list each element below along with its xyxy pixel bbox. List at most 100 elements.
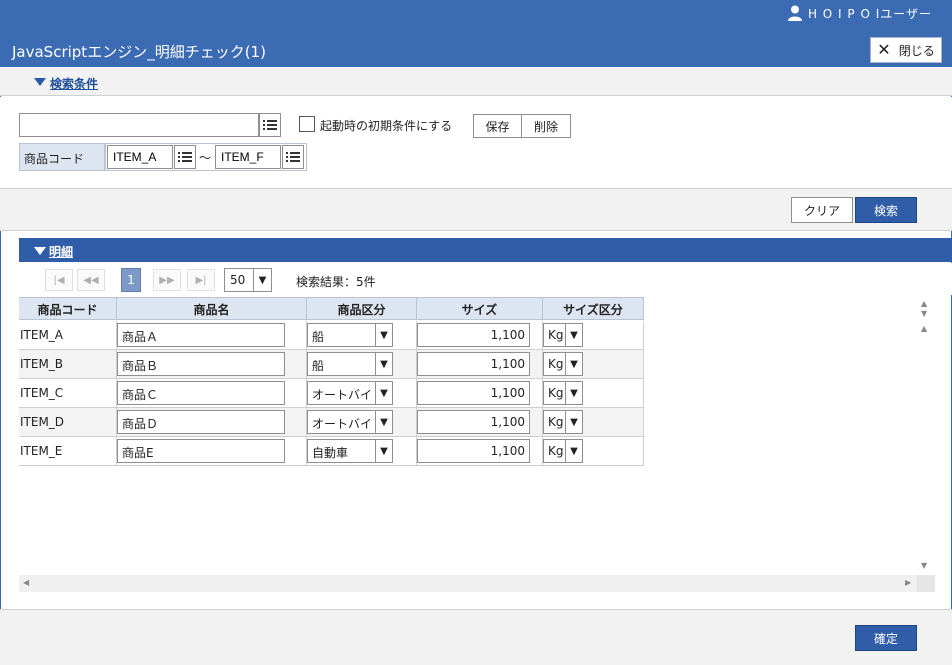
cell-code: ITEM_D: [19, 408, 117, 437]
cell-code: ITEM_E: [19, 437, 117, 466]
search-result-count: 検索結果：5件: [296, 275, 376, 289]
scroll-down-icon[interactable]: ▼: [921, 309, 927, 318]
cell-size-unit: Kg ▼: [543, 408, 644, 437]
cell-size-unit: Kg ▼: [543, 379, 644, 408]
size-unit-select[interactable]: Kg ▼: [543, 381, 583, 405]
cell-size: 1,100: [417, 437, 543, 466]
scroll-down-icon[interactable]: ▼: [921, 561, 927, 570]
category-value: 船: [312, 330, 325, 344]
cell-size: 1,100: [417, 379, 543, 408]
product-name-input[interactable]: 商品Ｂ: [117, 352, 285, 376]
detail-section-title[interactable]: 明細: [49, 243, 73, 260]
category-select[interactable]: 船 ▼: [307, 323, 393, 347]
product-code-text: ITEM_D: [20, 415, 65, 429]
detail-section-header[interactable]: 明細: [19, 238, 952, 262]
cell-size: 1,100: [417, 350, 543, 379]
condition-list-button[interactable]: [259, 113, 281, 137]
list-icon: [178, 152, 192, 162]
table-row: ITEM_B 商品Ｂ 船 ▼ 1,100 Kg ▼: [19, 350, 644, 379]
column-header-name[interactable]: 商品名: [117, 298, 307, 320]
column-header-category[interactable]: 商品区分: [307, 298, 417, 320]
category-select[interactable]: 自動車 ▼: [307, 439, 393, 463]
scroll-up-icon[interactable]: ▲: [921, 324, 927, 333]
product-code-from-input[interactable]: [107, 145, 173, 169]
page-size-select[interactable]: 50 ▼: [224, 268, 272, 292]
chevron-down-icon: ▼: [375, 411, 392, 433]
category-value: 船: [312, 359, 325, 373]
column-header-size-unit[interactable]: サイズ区分: [543, 298, 644, 320]
category-select[interactable]: オートバイ ▼: [307, 410, 393, 434]
size-unit-value: Kg: [548, 357, 564, 371]
page-size-value: 50: [230, 273, 246, 287]
first-page-icon[interactable]: |◀: [45, 269, 73, 291]
scroll-left-icon[interactable]: ◀: [23, 578, 29, 587]
window-title: JavaScriptエンジン_明細チェック(1): [12, 43, 266, 61]
next-page-icon[interactable]: ▶▶: [153, 269, 181, 291]
scroll-up-icon[interactable]: ▲: [921, 299, 927, 308]
size-unit-select[interactable]: Kg ▼: [543, 410, 583, 434]
cell-name: 商品Ａ: [117, 321, 307, 350]
range-separator: ～: [199, 151, 212, 165]
product-code-to-input[interactable]: [215, 145, 281, 169]
product-name-input[interactable]: 商品E: [117, 439, 285, 463]
grid-header: 商品コード 商品名 商品区分 サイズ サイズ区分: [19, 297, 644, 320]
prev-page-icon[interactable]: ◀◀: [77, 269, 105, 291]
vertical-scrollbar[interactable]: ▲ ▼ ▲ ▼: [917, 297, 935, 575]
product-name-input[interactable]: 商品Ｃ: [117, 381, 285, 405]
list-icon: [263, 120, 277, 130]
size-unit-select[interactable]: Kg ▼: [543, 323, 583, 347]
cell-size-unit: Kg ▼: [543, 350, 644, 379]
search-button[interactable]: 検索: [855, 197, 917, 223]
size-input[interactable]: 1,100: [417, 352, 530, 376]
chevron-down-icon: ▼: [565, 382, 582, 404]
search-condition-title[interactable]: 検索条件: [50, 75, 98, 92]
table-row: ITEM_D 商品Ｄ オートバイ ▼ 1,100 Kg ▼: [19, 408, 644, 437]
saved-condition-input[interactable]: [19, 113, 259, 137]
initial-condition-checkbox[interactable]: [299, 116, 315, 132]
current-page-button[interactable]: 1: [121, 268, 141, 292]
column-header-code[interactable]: 商品コード: [19, 298, 117, 320]
delete-button[interactable]: 削除: [521, 114, 571, 138]
product-name-input[interactable]: 商品Ａ: [117, 323, 285, 347]
cell-category: オートバイ ▼: [307, 408, 417, 437]
product-code-from-list-button[interactable]: [174, 145, 196, 169]
scroll-right-icon[interactable]: ▶: [905, 578, 911, 587]
size-input[interactable]: 1,100: [417, 410, 530, 434]
size-input[interactable]: 1,100: [417, 439, 530, 463]
close-button-label: 閉じる: [898, 43, 935, 58]
detail-grid: 商品コード 商品名 商品区分 サイズ サイズ区分 ITEM_A 商品Ａ 船 ▼ 1…: [19, 297, 935, 592]
product-code-text: ITEM_C: [20, 386, 64, 400]
product-code-text: ITEM_A: [20, 328, 64, 342]
chevron-down-icon: ▼: [565, 440, 582, 462]
search-condition-header[interactable]: 検索条件: [0, 67, 952, 96]
size-unit-value: Kg: [548, 328, 564, 342]
cell-size-unit: Kg ▼: [543, 437, 644, 466]
product-name-input[interactable]: 商品Ｄ: [117, 410, 285, 434]
size-input[interactable]: 1,100: [417, 381, 530, 405]
cell-code: ITEM_C: [19, 379, 117, 408]
size-unit-select[interactable]: Kg ▼: [543, 439, 583, 463]
product-code-label: 商品コード: [19, 143, 105, 171]
save-button[interactable]: 保存: [473, 114, 522, 138]
size-unit-select[interactable]: Kg ▼: [543, 352, 583, 376]
size-input[interactable]: 1,100: [417, 323, 530, 347]
last-page-icon[interactable]: ▶|: [187, 269, 215, 291]
horizontal-scrollbar[interactable]: ◀ ▶: [19, 575, 917, 592]
product-code-to-list-button[interactable]: [282, 145, 304, 169]
cell-name: 商品Ｂ: [117, 350, 307, 379]
confirm-button[interactable]: 確定: [855, 625, 917, 651]
category-select[interactable]: オートバイ ▼: [307, 381, 393, 405]
clear-button[interactable]: クリア: [791, 197, 853, 223]
pager: |◀ ◀◀ 1 ▶▶ ▶| 50 ▼ 検索結果：5件: [19, 263, 952, 295]
title-bar: H O I P O Iユーザー JavaScriptエンジン_明細チェック(1)…: [0, 0, 952, 67]
cell-name: 商品Ｃ: [117, 379, 307, 408]
collapse-triangle-icon: [34, 247, 46, 255]
collapse-triangle-icon: [34, 78, 46, 86]
footer-bar: 確定: [0, 609, 952, 665]
chevron-down-icon: ▼: [375, 382, 392, 404]
list-icon: [286, 152, 300, 162]
close-button[interactable]: ✕ 閉じる: [870, 37, 942, 63]
size-unit-value: Kg: [548, 444, 564, 458]
category-select[interactable]: 船 ▼: [307, 352, 393, 376]
column-header-size[interactable]: サイズ: [417, 298, 543, 320]
